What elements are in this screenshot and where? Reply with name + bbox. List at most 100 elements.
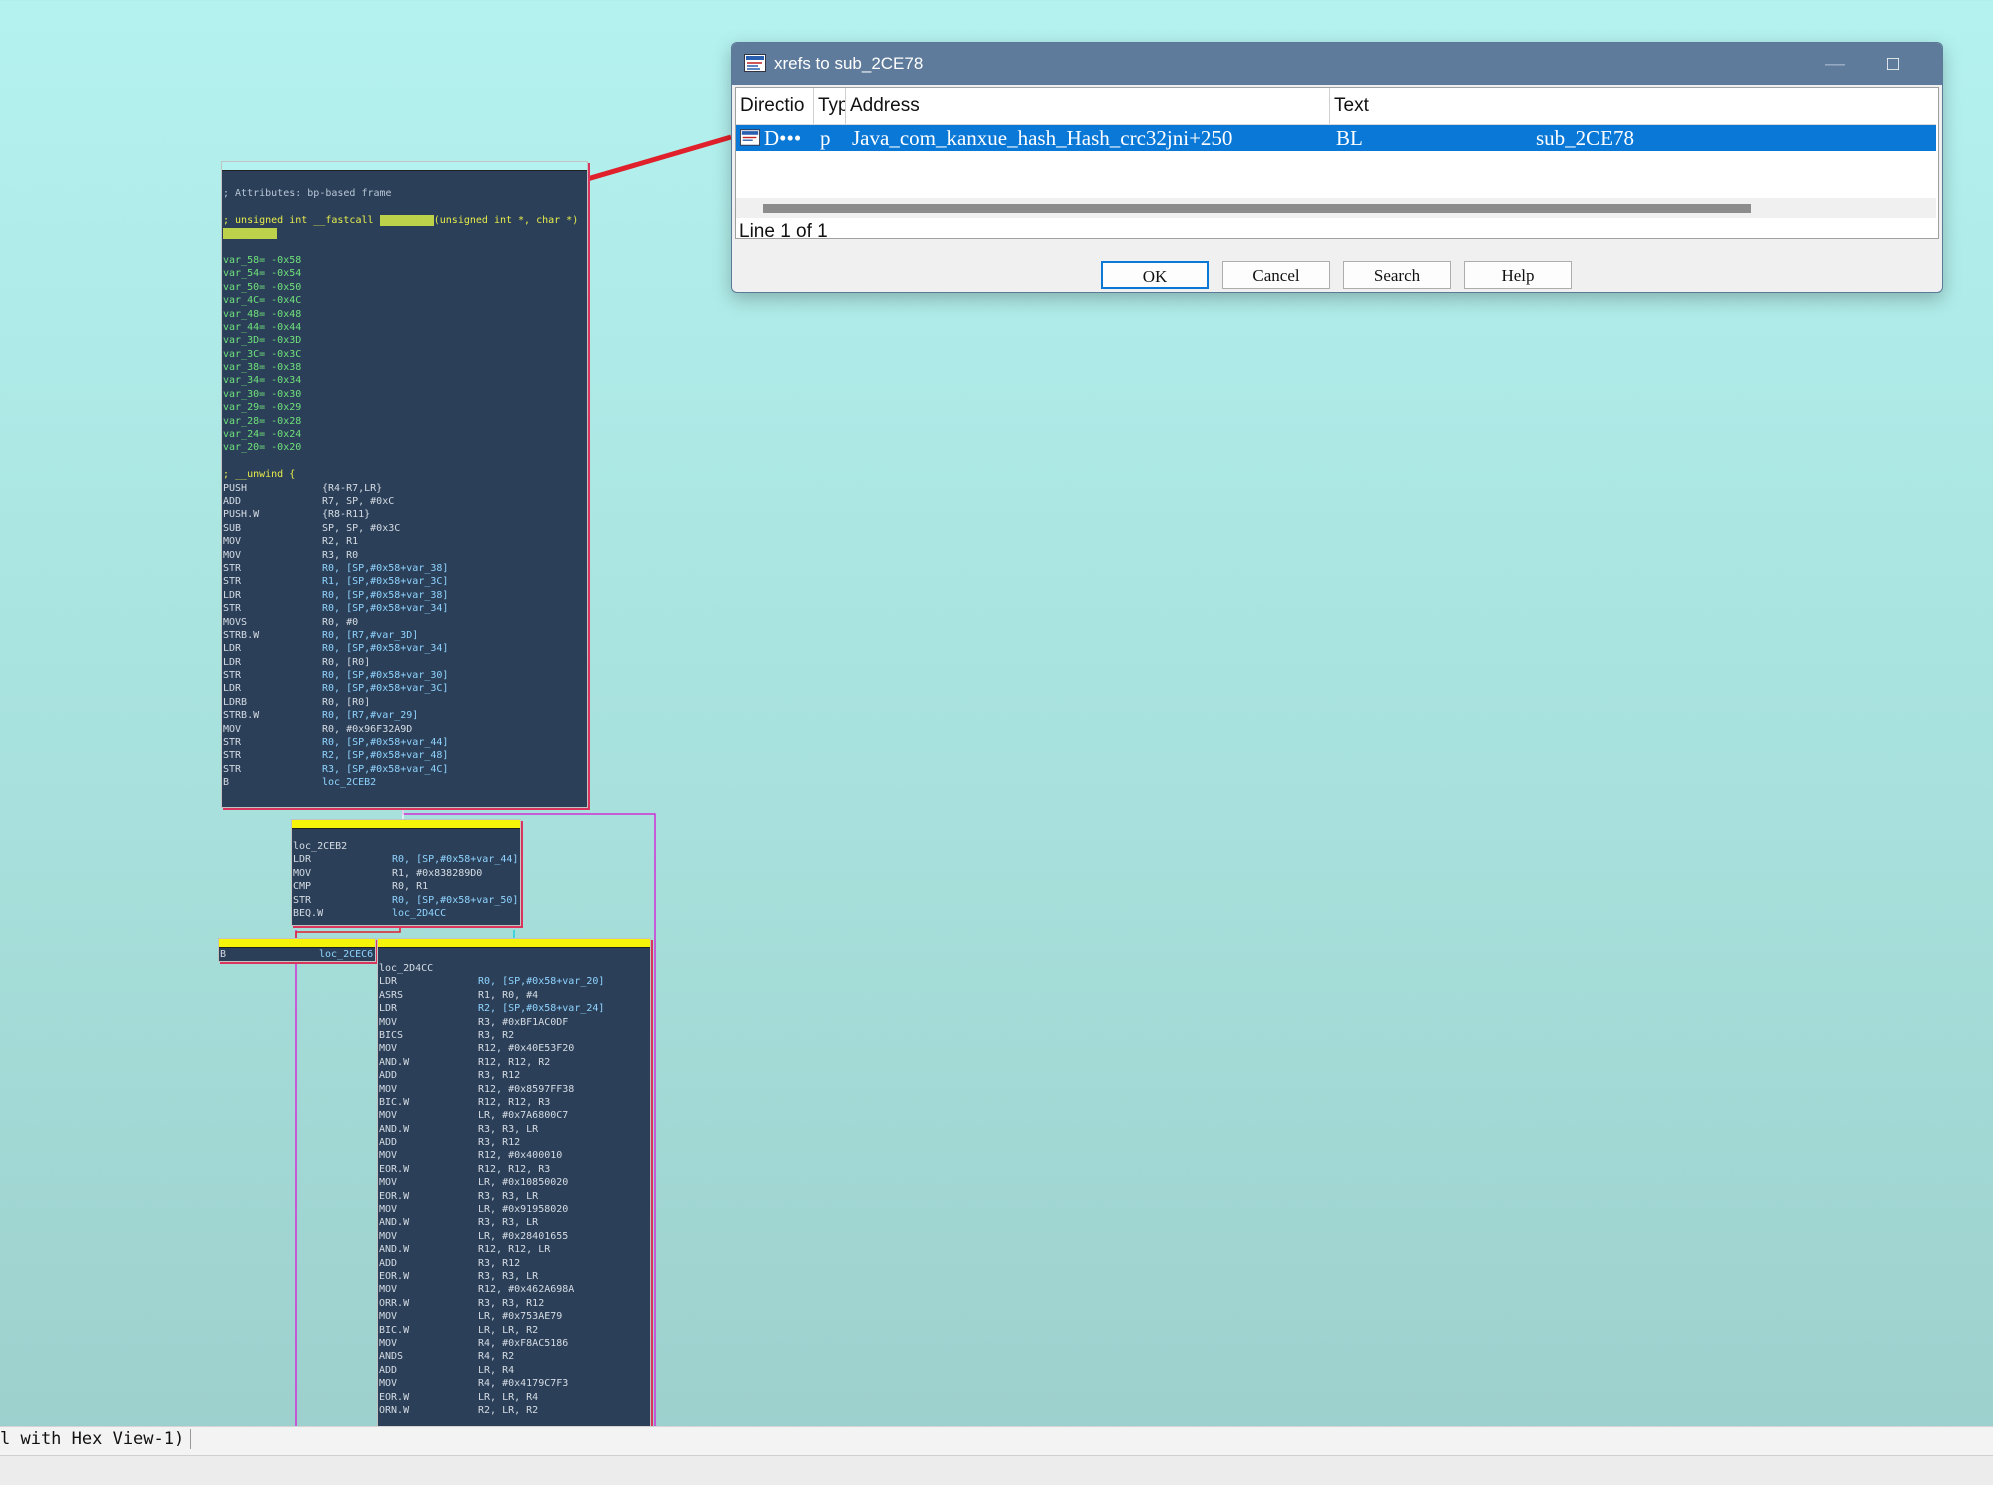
loc-2ceb2-block[interactable]: loc_2CEB2 LDR R0, [SP,#0x58+var_44] MOV R1,… — [291, 819, 521, 926]
mnemonic: MOV — [293, 867, 312, 879]
mnemonic: EOR.W — [379, 1190, 410, 1202]
operands: R3, R3, R12 — [478, 1297, 545, 1309]
ok-button[interactable]: OK — [1101, 261, 1209, 289]
mnemonic: LDR — [223, 643, 242, 655]
operands: R0, #0x96F32A9D — [322, 723, 413, 735]
operands: R1, [SP,#0x58+var_3C] — [322, 576, 449, 588]
block-header — [378, 939, 650, 948]
instruction-line: AND.W R3, R3, LR — [378, 1123, 650, 1136]
operands: R2, [SP,#0x58+var_24] — [478, 1003, 605, 1015]
instructions: LDR R0, [SP,#0x58+var_44] MOV R1, #0x838289… — [292, 853, 520, 920]
instruction-line: EOR.W R12, R12, R3 — [378, 1163, 650, 1176]
mnemonic: STR — [223, 750, 242, 762]
mnemonic: MOV — [379, 1083, 398, 1095]
column-header-address[interactable]: Address — [846, 88, 1330, 124]
mnemonic: MOV — [379, 1337, 398, 1349]
instruction-line: ORN.W R2, LR, R2 — [378, 1404, 650, 1417]
mnemonic: MOV — [379, 1378, 398, 1390]
instruction-line: MOVS R0, #0 — [222, 616, 587, 629]
instruction-line: ADD R3, R12 — [378, 1136, 650, 1149]
column-header-direction[interactable]: Directio — [736, 88, 814, 124]
maximize-icon[interactable]: □ — [1873, 49, 1913, 79]
operands: LR, #0x753AE79 — [478, 1311, 563, 1323]
mnemonic: ADD — [379, 1137, 398, 1149]
operands: R1, #0x838289D0 — [392, 867, 483, 879]
branch-block[interactable]: Bloc_2CEC6 — [218, 938, 376, 962]
attributes-comment: ; Attributes: bp-based frame — [223, 188, 392, 199]
function-name-highlight[interactable]: sub_2CE78 — [379, 214, 434, 226]
instruction-line: AND.W R3, R3, LR — [378, 1216, 650, 1229]
mnemonic: ADD — [379, 1364, 398, 1376]
mnemonic: ADD — [379, 1070, 398, 1082]
mnemonic: ADD — [223, 495, 242, 507]
column-header-text[interactable]: Text — [1330, 88, 1936, 124]
mnemonic: EOR.W — [379, 1163, 410, 1175]
cancel-button[interactable]: Cancel — [1222, 261, 1330, 289]
operands: R12, #0x462A698A — [478, 1284, 575, 1296]
mnemonic: ADD — [379, 1257, 398, 1269]
mnemonic: EOR.W — [379, 1270, 410, 1282]
mnemonic: LDR — [293, 854, 312, 866]
operands: R0, [SP,#0x58+var_3C] — [322, 683, 449, 695]
help-button[interactable]: Help — [1464, 261, 1572, 289]
mnemonic: ORR.W — [379, 1297, 410, 1309]
operands: {R8-R11} — [322, 509, 371, 521]
instruction-line: ANDS R4, R2 — [378, 1350, 650, 1363]
operands: R3, R3, LR — [478, 1217, 539, 1229]
edge-to-b — [295, 924, 401, 938]
instruction-line: LDR R0, [SP,#0x58+var_3C] — [222, 682, 587, 695]
xrefs-dialog[interactable]: xrefs to sub_2CE78 — □ ✕ Directio Typ Ad… — [731, 42, 1943, 293]
scrollbar-thumb[interactable] — [763, 204, 1751, 213]
mnemonic: MOV — [379, 1204, 398, 1216]
operands: R1, R0, #4 — [478, 989, 539, 1001]
instruction-line: MOV R4, #0x4179C7F3 — [378, 1377, 650, 1390]
instruction-line: Bloc_2CEC6 — [220, 949, 374, 960]
function-entry-block[interactable]: ; Attributes: bp-based frame ; unsigned … — [221, 161, 588, 808]
stack-var-line: var_3C= -0x3C — [223, 348, 302, 360]
instruction-line: STR R0, [SP,#0x58+var_50] — [292, 894, 520, 907]
operands: R3, R3, LR — [478, 1123, 539, 1135]
stack-var-line: var_30= -0x30 — [223, 388, 302, 400]
instructions: LDR R0, [SP,#0x58+var_20] ASRS R1, R0, #4 LD… — [378, 975, 650, 1417]
status-bar — [0, 1455, 1993, 1485]
operands: LR, #0x10850020 — [478, 1177, 569, 1189]
column-header-type[interactable]: Typ — [814, 88, 846, 124]
mnemonic: EOR.W — [379, 1391, 410, 1403]
mnemonic: MOVS — [223, 616, 248, 628]
view-tab-label[interactable]: l with Hex View-1) — [0, 1429, 192, 1449]
operands: R0, [SP,#0x58+var_38] — [322, 562, 449, 574]
operands: R4, R2 — [478, 1351, 515, 1363]
instruction-line: ADD LR, R4 — [378, 1364, 650, 1377]
operands: R0, [R0] — [322, 656, 371, 668]
instruction-line: BIC.W R12, R12, R3 — [378, 1096, 650, 1109]
stack-var-line: var_54= -0x54 — [223, 268, 302, 280]
mnemonic: MOV — [379, 1311, 398, 1323]
instruction-line: MOV R2, R1 — [222, 535, 587, 548]
stack-var-line: var_38= -0x38 — [223, 362, 302, 374]
mnemonic: MOV — [379, 1150, 398, 1162]
minimize-icon[interactable]: — — [1815, 49, 1855, 79]
table-row-selected[interactable]: D••• p Java_com_kanxue_hash_Hash_crc32jn… — [736, 125, 1936, 151]
dialog-titlebar[interactable]: xrefs to sub_2CE78 — □ ✕ — [732, 43, 1942, 85]
operands: R3, R12 — [478, 1137, 521, 1149]
xrefs-table[interactable]: Directio Typ Address Text D••• p Java_co… — [735, 87, 1939, 239]
function-label-highlight[interactable]: sub_2CE78 — [223, 228, 278, 240]
mnemonic: MOV — [223, 549, 242, 561]
instruction-line: PUSH.W {R8-R11} — [222, 508, 587, 521]
mnemonic: LDR — [379, 976, 398, 988]
operands: R0, [R7,#var_3D] — [322, 629, 419, 641]
mnemonic: STR — [223, 763, 242, 775]
horizontal-scrollbar[interactable] — [736, 198, 1936, 218]
search-button[interactable]: Search — [1343, 261, 1451, 289]
operands: R3, R2 — [478, 1029, 515, 1041]
operands: R0, [SP,#0x58+var_20] — [478, 976, 605, 988]
loc-2d4cc-block[interactable]: loc_2D4CC LDR R0, [SP,#0x58+var_20] ASRS R1… — [377, 938, 651, 1432]
stack-var-line: var_28= -0x28 — [223, 415, 302, 427]
operands: loc_2CEB2 — [322, 777, 377, 789]
instruction-line: STRB.W R0, [R7,#var_3D] — [222, 629, 587, 642]
instruction-line: CMP R0, R1 — [292, 880, 520, 893]
operands: R3, R12 — [478, 1257, 521, 1269]
block-header — [292, 820, 520, 829]
instruction-line: BEQ.W loc_2D4CC — [292, 907, 520, 920]
instruction-line: LDR R0, [R0] — [222, 656, 587, 669]
